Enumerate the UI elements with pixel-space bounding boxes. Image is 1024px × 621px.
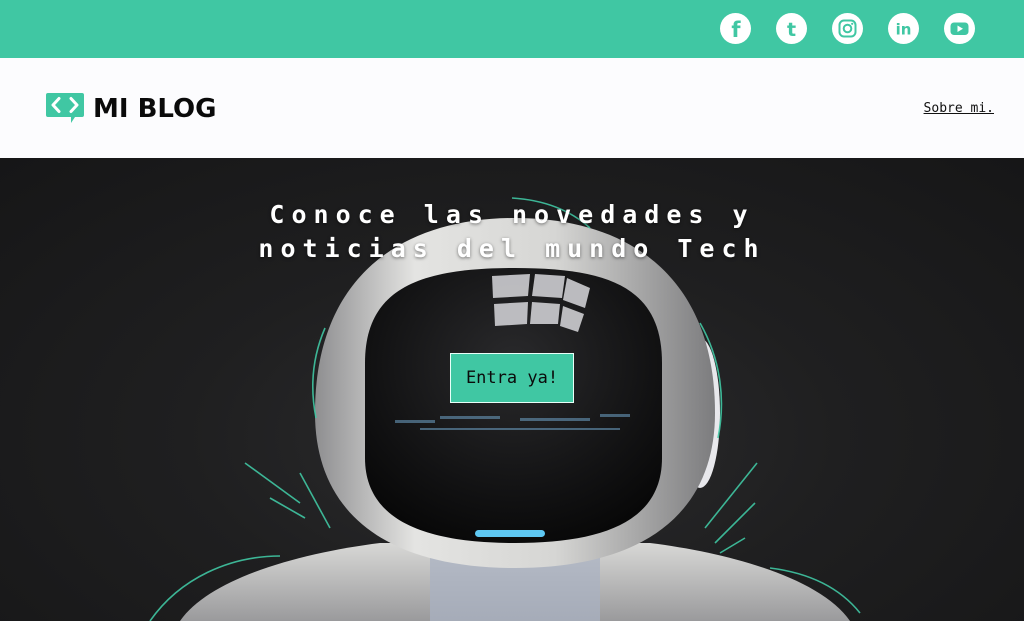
youtube-link[interactable] [944, 13, 975, 44]
facebook-link[interactable]: f [720, 13, 751, 44]
instagram-link[interactable] [832, 13, 863, 44]
social-bar: f t in [0, 0, 1024, 58]
site-header: MI BLOG Sobre mi. [0, 58, 1024, 158]
tumblr-link[interactable]: t [776, 13, 807, 44]
hero-title: Conoce las novedades y noticias del mund… [0, 198, 1024, 266]
linkedin-link[interactable]: in [888, 13, 919, 44]
about-me-link[interactable]: Sobre mi. [924, 101, 994, 116]
youtube-icon [950, 22, 969, 35]
facebook-icon: f [731, 18, 741, 42]
svg-text:in: in [896, 21, 912, 39]
site-logo[interactable]: MI BLOG [45, 92, 217, 126]
hero-title-line-2: noticias del mundo Tech [258, 234, 766, 263]
code-bubble-icon [46, 93, 84, 123]
enter-button[interactable]: Entra ya! [450, 353, 574, 403]
svg-text:f: f [731, 18, 741, 42]
svg-text:t: t [787, 19, 796, 41]
tumblr-icon: t [787, 19, 796, 41]
hero-title-line-1: Conoce las novedades y [269, 200, 755, 229]
hero-section: Conoce las novedades y noticias del mund… [0, 158, 1024, 621]
instagram-icon [838, 19, 857, 38]
logo-text: MI BLOG [93, 94, 217, 124]
linkedin-icon: in [896, 21, 912, 39]
